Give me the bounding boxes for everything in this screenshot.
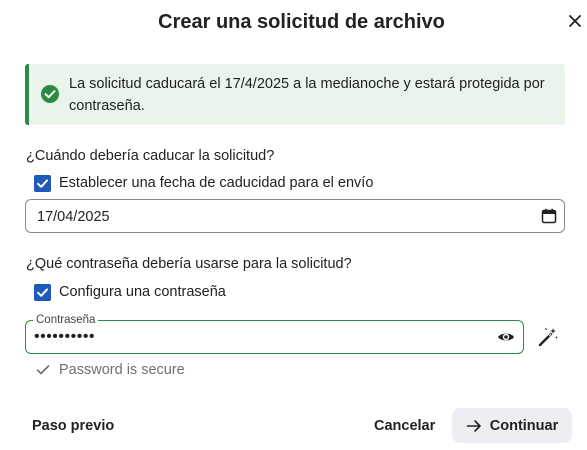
eye-icon[interactable] [497, 329, 515, 345]
generate-password-button[interactable] [537, 326, 559, 348]
checkmark-icon [37, 287, 48, 297]
magic-wand-icon [538, 327, 558, 347]
expiration-checkbox-row[interactable]: Establecer una fecha de caducidad para e… [34, 173, 373, 193]
expiration-checkbox-label: Establecer una fecha de caducidad para e… [59, 175, 374, 191]
check-circle-icon [41, 85, 59, 103]
notice-text: La solicitud caducará el 17/4/2025 a la … [69, 76, 545, 114]
arrow-right-icon [466, 419, 481, 432]
file-request-dialog: Crear una solicitud de archivo La solici… [0, 0, 587, 450]
password-checkbox-row[interactable]: Configura una contraseña [34, 282, 226, 302]
previous-step-button[interactable]: Paso previo [22, 410, 124, 442]
password-checkbox-label: Configura una contraseña [59, 284, 226, 300]
checkmark-icon [37, 178, 48, 188]
close-button[interactable] [563, 8, 587, 34]
check-icon [36, 365, 50, 375]
continue-button-label: Continuar [489, 417, 559, 434]
password-checkbox[interactable] [34, 283, 51, 301]
password-field[interactable]: Contraseña •••••••••• [25, 313, 524, 354]
calendar-icon[interactable] [541, 208, 557, 224]
continue-button[interactable]: Continuar [452, 408, 572, 443]
password-field-label: Contraseña [33, 313, 99, 327]
expiration-date-value: 17/04/2025 [37, 209, 110, 225]
password-status-text: Password is secure [59, 362, 185, 378]
cancel-button[interactable]: Cancelar [364, 410, 445, 442]
expiration-date-input[interactable]: 17/04/2025 [25, 199, 565, 233]
close-icon [569, 15, 581, 27]
password-strength-status: Password is secure [36, 360, 185, 380]
expiration-question: ¿Cuándo debería caducar la solicitud? [26, 148, 275, 164]
expiration-checkbox[interactable] [34, 174, 51, 192]
password-question: ¿Qué contraseña debería usarse para la s… [26, 256, 352, 272]
dialog-title: Crear una solicitud de archivo [158, 11, 445, 33]
password-input-value: •••••••••• [34, 328, 96, 345]
info-notice: La solicitud caducará el 17/4/2025 a la … [25, 64, 565, 125]
